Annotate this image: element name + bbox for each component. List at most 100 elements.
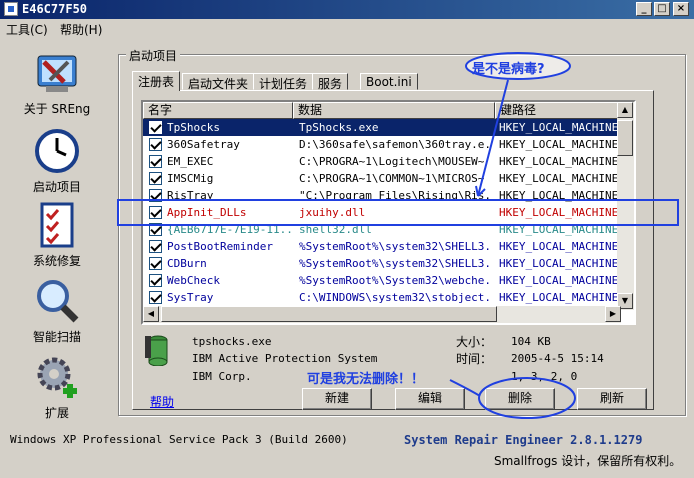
row-data: %SystemRoot%\System32\webche... — [299, 274, 493, 287]
tab-scheduled-tasks[interactable]: 计划任务 — [253, 73, 314, 91]
detail-size-label: 大小： — [456, 335, 493, 349]
row-data: C:\PROGRA~1\COMMON~1\MICROS~ — [299, 172, 485, 185]
row-name: EM_EXEC — [167, 155, 214, 168]
row-name: WebCheck — [167, 274, 220, 287]
nav-system-repair[interactable]: 系统修复 — [14, 200, 100, 269]
table-row[interactable]: RisTray "C:\Program Files\Rising\Ris... HK… — [143, 187, 621, 204]
row-checkbox[interactable] — [149, 206, 162, 219]
window-title: E46C77F50 — [22, 2, 88, 16]
list-header: 名字 数据 键路径 — [143, 102, 634, 119]
row-keypath: HKEY_LOCAL_MACHINE\SOF — [499, 274, 621, 287]
row-checkbox[interactable] — [149, 155, 162, 168]
new-button[interactable]: 新建 — [302, 388, 372, 410]
maximize-button[interactable]: □ — [654, 2, 670, 16]
credit-text: Smallfrogs 设计，保留所有权利。 — [494, 454, 682, 468]
table-row[interactable]: CDBurn %SystemRoot%\system32\SHELL3... HKE… — [143, 255, 621, 272]
nav-smart-scan[interactable]: 智能扫描 — [14, 276, 100, 345]
delete-button[interactable]: 删除 — [485, 388, 555, 410]
table-row[interactable]: WebCheck %SystemRoot%\System32\webche... H… — [143, 272, 621, 289]
row-data: D:\360safe\safemon\360tray.e... — [299, 138, 493, 151]
row-name: CDBurn — [167, 257, 207, 270]
row-name: IMSCMig — [167, 172, 214, 185]
nav-extensions-label: 扩展 — [44, 406, 69, 420]
row-name: TpShocks — [167, 121, 220, 134]
table-row[interactable]: PostBootReminder %SystemRoot%\system32\SH… — [143, 238, 621, 255]
row-checkbox[interactable] — [149, 274, 162, 287]
row-checkbox[interactable] — [149, 121, 162, 134]
title-bar[interactable]: E46C77F50 _ □ × — [0, 0, 694, 19]
menu-help[interactable]: 帮助(H) — [60, 21, 102, 38]
group-title: 启动项目 — [126, 47, 181, 64]
table-row[interactable]: AppInit_DLLs jxuihy.dll HKEY_LOCAL_MACHINE… — [143, 204, 621, 221]
row-keypath: HKEY_LOCAL_MACHINE\SOF — [499, 223, 621, 236]
row-name: SysTray — [167, 291, 214, 304]
row-name: PostBootReminder — [167, 240, 273, 253]
table-row[interactable]: EM_EXEC C:\PROGRA~1\Logitech\MOUSEW~ HKEY_… — [143, 153, 621, 170]
row-checkbox[interactable] — [149, 172, 162, 185]
tab-boot-ini[interactable]: Boot.ini — [360, 73, 418, 90]
row-checkbox[interactable] — [149, 223, 162, 236]
table-row[interactable]: IMSCMig C:\PROGRA~1\COMMON~1\MICROS~ HKEY_… — [143, 170, 621, 187]
row-data: C:\WINDOWS\system32\stobject... — [299, 291, 493, 304]
gear-plus-icon — [37, 357, 77, 398]
tab-services[interactable]: 服务 — [312, 73, 349, 91]
detail-time-value: 2005-4-5 15:14 — [511, 352, 604, 365]
nav-startup[interactable]: 启动项目 — [14, 126, 100, 195]
detail-product: IBM Active Protection System — [192, 352, 378, 365]
annotation-question: 是不是病毒? — [472, 62, 545, 77]
row-checkbox[interactable] — [149, 291, 162, 304]
horizontal-scrollbar[interactable]: ◀ ▶ — [143, 306, 621, 323]
hscroll-thumb[interactable] — [161, 306, 497, 322]
row-name: {AEB6717E-7E19-11... — [167, 223, 291, 236]
scroll-thumb[interactable] — [617, 120, 633, 156]
menu-bar: 工具(C) 帮助(H) — [0, 19, 694, 37]
row-checkbox[interactable] — [149, 189, 162, 202]
table-row[interactable]: 360Safetray D:\360safe\safemon\360tray.e.… — [143, 136, 621, 153]
scroll-up-button[interactable]: ▲ — [617, 102, 633, 118]
row-checkbox[interactable] — [149, 257, 162, 270]
app-icon — [4, 2, 18, 16]
row-data: "C:\Program Files\Rising\Ris... — [299, 189, 493, 202]
tab-startup-folder[interactable]: 启动文件夹 — [182, 73, 255, 91]
column-header-data[interactable]: 数据 — [293, 102, 495, 119]
row-data: jxuihy.dll — [299, 206, 366, 219]
row-name: RisTray — [167, 189, 214, 202]
detail-size-value: 104 KB — [511, 335, 551, 348]
nav-system-repair-label: 系统修复 — [32, 254, 81, 268]
tab-registry[interactable]: 注册表 — [132, 71, 181, 91]
nav-startup-label: 启动项目 — [32, 180, 81, 194]
column-header-keypath[interactable]: 键路径 — [495, 102, 634, 119]
row-keypath: HKEY_LOCAL_MACHINE\Sof — [499, 121, 621, 134]
scroll-left-button[interactable]: ◀ — [143, 306, 159, 322]
annotation-cannot-delete: 可是我无法删除！！ — [307, 372, 425, 387]
startup-list[interactable]: 名字 数据 键路径 TpShocks TpShocks.exe HKEY_LOCAL… — [141, 100, 636, 325]
column-header-name[interactable]: 名字 — [143, 102, 293, 119]
clock-icon — [35, 129, 79, 173]
refresh-button[interactable]: 刷新 — [577, 388, 647, 410]
file-icon — [145, 335, 168, 366]
row-data: TpShocks.exe — [299, 121, 379, 134]
table-row[interactable]: TpShocks TpShocks.exe HKEY_LOCAL_MACHINE\S… — [143, 119, 621, 136]
help-link[interactable]: 帮助 — [150, 393, 174, 410]
nav-smart-scan-label: 智能扫描 — [32, 330, 81, 344]
edit-button[interactable]: 编辑 — [395, 388, 465, 410]
minimize-button[interactable]: _ — [636, 2, 652, 16]
row-data: %SystemRoot%\system32\SHELL3... — [299, 257, 493, 270]
checklist-icon — [40, 202, 74, 248]
nav-about-label: 关于 SREng — [23, 102, 91, 116]
detail-time-label: 时间： — [456, 352, 493, 366]
table-row[interactable]: {AEB6717E-7E19-11... shell32.dll HKEY_LOCA… — [143, 221, 621, 238]
row-checkbox[interactable] — [149, 138, 162, 151]
nav-about[interactable]: 关于 SREng — [14, 48, 100, 117]
close-button[interactable]: × — [673, 2, 689, 16]
row-checkbox[interactable] — [149, 240, 162, 253]
scroll-right-button[interactable]: ▶ — [605, 306, 621, 322]
menu-tools[interactable]: 工具(C) — [6, 21, 48, 38]
table-row[interactable]: SysTray C:\WINDOWS\system32\stobject... HK… — [143, 289, 621, 306]
row-keypath: HKEY_LOCAL_MACHINE\Sof — [499, 138, 621, 151]
row-name: 360Safetray — [167, 138, 240, 151]
nav-extensions[interactable]: 扩展 — [14, 352, 100, 421]
row-data: C:\PROGRA~1\Logitech\MOUSEW~ — [299, 155, 485, 168]
detail-company: IBM Corp. — [192, 370, 252, 383]
vertical-scrollbar[interactable]: ▲ ▼ — [617, 102, 634, 310]
